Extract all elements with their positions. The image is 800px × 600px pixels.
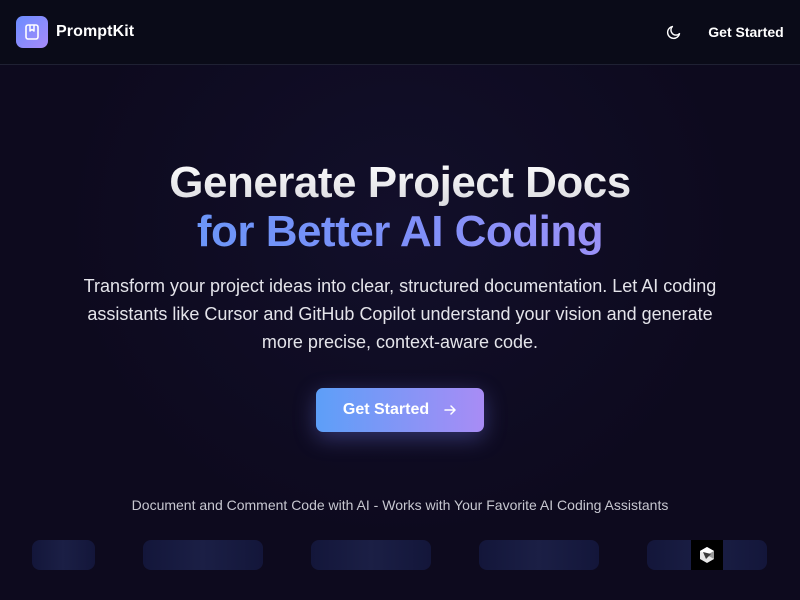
top-navbar: PromptKit Get Started — [0, 0, 800, 65]
integration-logo-tile — [143, 540, 263, 570]
integration-logo-tile — [479, 540, 599, 570]
cursor-logo-icon — [691, 540, 723, 570]
hero-subtitle: Transform your project ideas into clear,… — [83, 276, 717, 352]
integration-logo-tile — [32, 540, 95, 570]
brand-name: PromptKit — [56, 23, 135, 40]
integration-logo-tile — [311, 540, 431, 570]
arrow-right-icon — [444, 405, 456, 415]
get-started-button[interactable]: Get Started — [316, 388, 484, 432]
moon-icon — [666, 25, 681, 40]
logo-icon — [16, 16, 48, 48]
integrations-tagline: Document and Comment Code with AI - Work… — [131, 497, 669, 513]
nav-get-started-button[interactable]: Get Started — [700, 22, 792, 42]
hero-title-line2: for Better AI Coding — [0, 207, 800, 257]
hero-title-line1: Generate Project Docs — [0, 158, 800, 208]
theme-toggle-button[interactable] — [662, 20, 686, 44]
brand[interactable]: PromptKit — [16, 16, 134, 48]
get-started-label: Get Started — [342, 401, 430, 418]
